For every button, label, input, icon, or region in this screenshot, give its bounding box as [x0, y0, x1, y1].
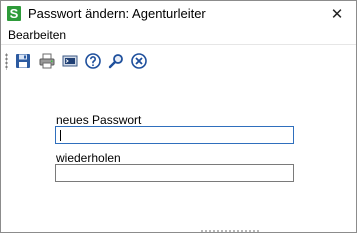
text-caret — [60, 130, 61, 141]
title-bar: S Passwort ändern: Agenturleiter ✕ — [1, 1, 356, 26]
screen-button[interactable] — [61, 52, 79, 70]
screen-icon — [62, 55, 78, 67]
window-title: Passwort ändern: Agenturleiter — [28, 6, 206, 21]
toolbar-grip-icon[interactable] — [5, 53, 8, 70]
password-dialog: S Passwort ändern: Agenturleiter ✕ Bearb… — [0, 0, 357, 233]
toolbar — [1, 47, 356, 75]
help-button[interactable] — [84, 52, 102, 70]
search-icon — [108, 54, 123, 69]
close-circle-icon — [131, 53, 147, 69]
print-button[interactable] — [38, 52, 56, 70]
form-area: neues Passwort wiederholen — [1, 77, 356, 232]
repeat-password-label: wiederholen — [56, 151, 121, 165]
new-password-field[interactable] — [55, 126, 294, 144]
save-icon — [16, 54, 30, 68]
new-password-label: neues Passwort — [56, 113, 142, 127]
print-icon — [39, 53, 55, 69]
cancel-button[interactable] — [130, 52, 148, 70]
close-button[interactable]: ✕ — [318, 1, 356, 26]
menu-item-bearbeiten[interactable]: Bearbeiten — [8, 28, 66, 42]
help-icon — [85, 53, 101, 69]
app-logo-icon: S — [7, 6, 21, 21]
menu-bar: Bearbeiten — [1, 26, 356, 45]
save-button[interactable] — [14, 52, 32, 70]
status-divider — [201, 230, 261, 232]
search-button[interactable] — [107, 52, 125, 70]
repeat-password-field[interactable] — [55, 164, 294, 182]
